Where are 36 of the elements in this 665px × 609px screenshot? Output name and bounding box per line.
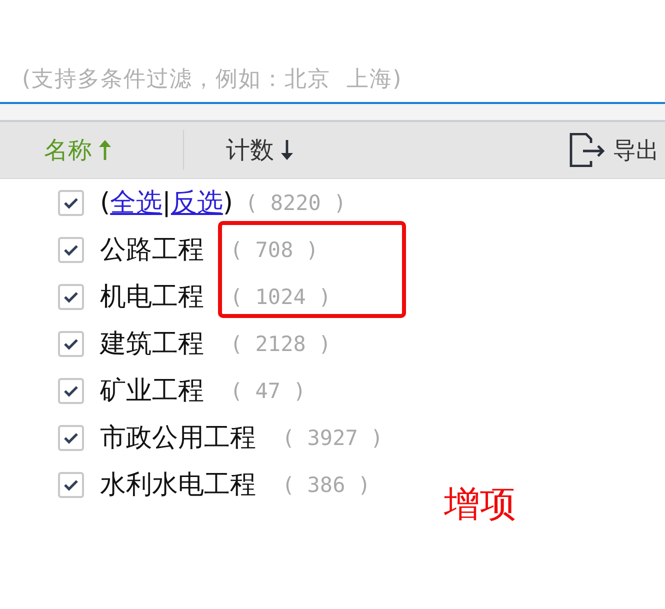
- paren-text: ): [222, 188, 234, 218]
- check-icon: [63, 290, 79, 302]
- item-label: 公路工程: [100, 234, 204, 267]
- item-count: ( 1024 ): [230, 284, 332, 308]
- item-label: 水利水电工程: [100, 469, 256, 502]
- check-icon: [63, 196, 79, 208]
- check-icon: [63, 384, 79, 396]
- invert-selection-link[interactable]: 反选: [170, 185, 223, 220]
- item-label: 机电工程: [100, 281, 204, 314]
- checkbox[interactable]: [58, 424, 84, 450]
- item-count: ( 386 ): [282, 472, 371, 496]
- item-label: 市政公用工程: [100, 422, 256, 455]
- item-count: ( 2128 ): [230, 332, 332, 356]
- export-button[interactable]: 导出: [569, 133, 659, 167]
- item-count: ( 47 ): [230, 378, 306, 402]
- annotation-text: 增项: [444, 483, 516, 527]
- item-count: ( 3927 ): [282, 426, 384, 450]
- select-all-link[interactable]: 全选: [110, 185, 162, 220]
- sort-column-header[interactable]: 计数: [184, 134, 404, 166]
- separator-text: |: [162, 188, 171, 218]
- item-label: 矿业工程: [100, 375, 204, 408]
- export-icon: [569, 133, 605, 167]
- check-icon: [63, 478, 79, 490]
- checkbox[interactable]: [58, 472, 84, 498]
- checkbox[interactable]: [58, 330, 84, 356]
- checkbox[interactable]: [58, 378, 84, 404]
- item-count: ( 708 ): [230, 238, 319, 262]
- check-icon: [63, 244, 79, 256]
- checkbox[interactable]: [58, 190, 84, 216]
- check-icon: [63, 338, 79, 350]
- check-icon: [63, 432, 79, 444]
- checkbox[interactable]: [58, 236, 84, 262]
- checkbox[interactable]: [58, 284, 84, 310]
- item-label: 建筑工程: [100, 328, 204, 361]
- paren-text: (: [100, 188, 110, 218]
- item-count: ( 8220 ): [245, 190, 346, 214]
